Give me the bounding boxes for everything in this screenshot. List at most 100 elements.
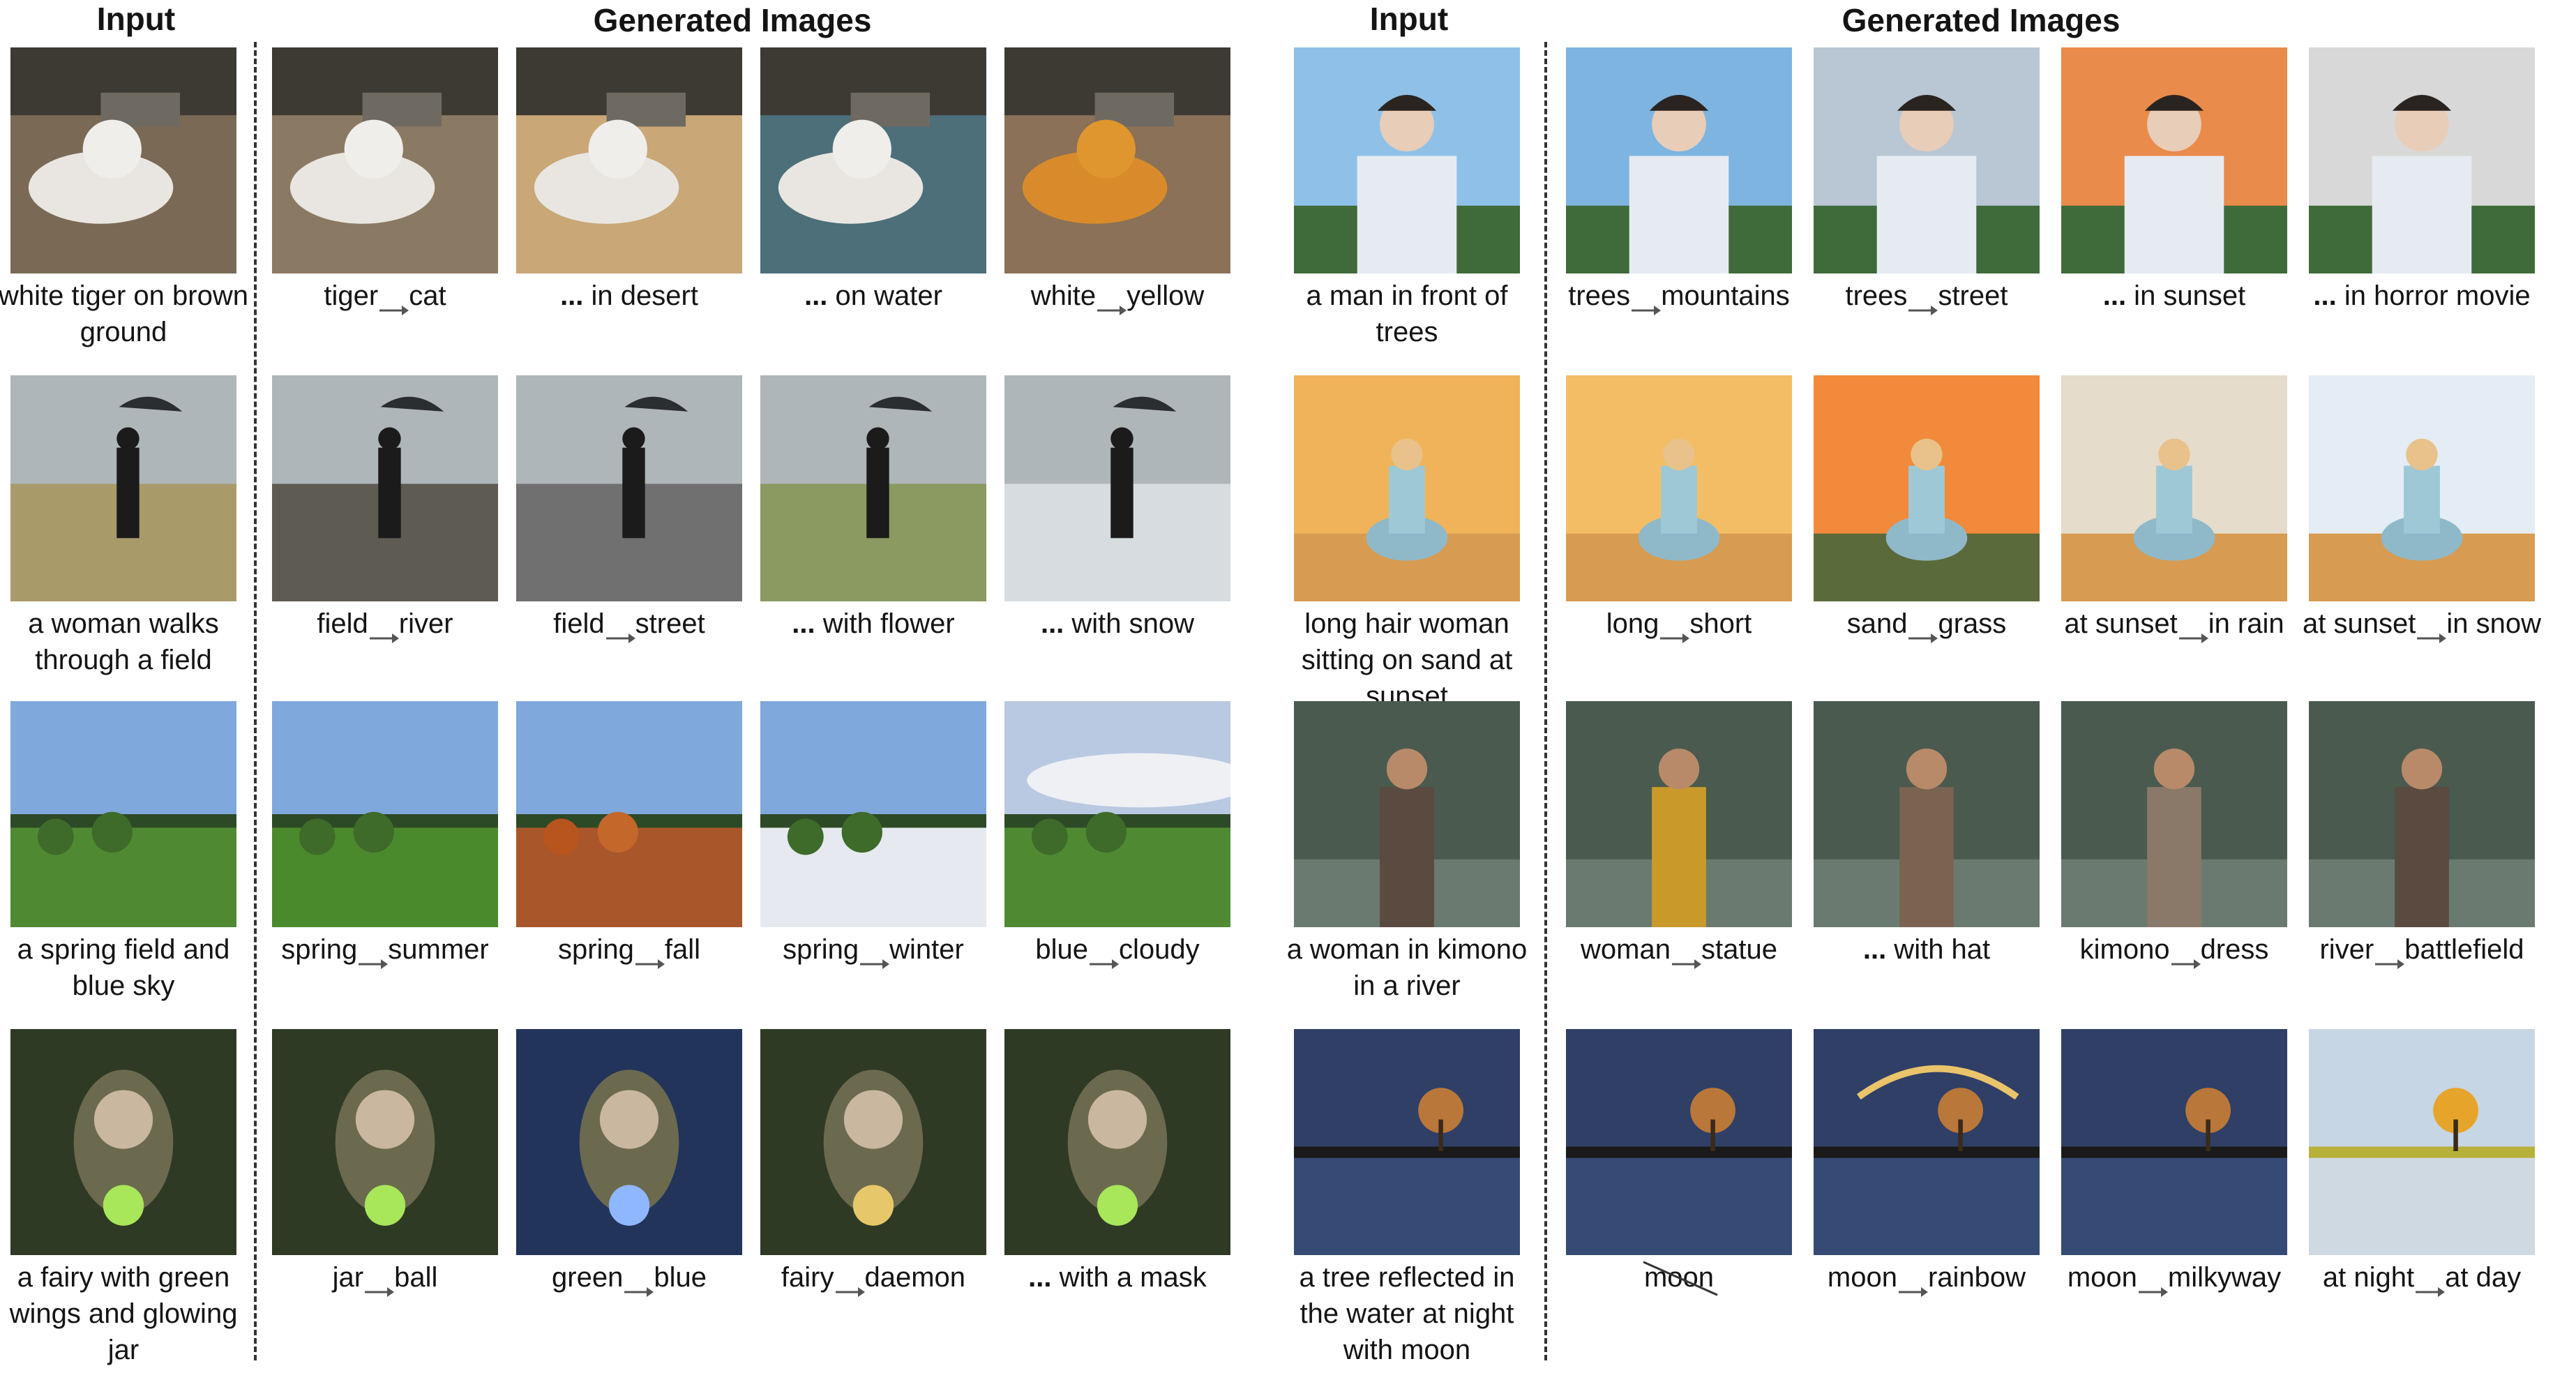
arrow-right-icon (623, 1272, 654, 1298)
edit-to-text: cloudy (1119, 934, 1200, 965)
edit-from-text: jar (332, 1262, 364, 1293)
edit-to-text: at day (2445, 1262, 2522, 1293)
edit-to-text: dress (2200, 934, 2269, 965)
edit-from-text: field (317, 608, 368, 639)
thumbnail-image (1566, 1029, 1792, 1255)
edit-caption: ... in sunset (2102, 280, 2246, 311)
edit-to-text: river (398, 608, 453, 639)
edit-caption: river battlefield (2295, 931, 2549, 970)
arrow-right-icon (1671, 944, 1701, 970)
input-caption: a tree reflected in the water at night w… (1299, 1262, 1515, 1365)
input-caption: white tiger on brown ground (0, 280, 248, 347)
arrow-right-icon (1088, 944, 1119, 970)
edit-from-text: moon (2067, 1262, 2137, 1293)
thumbnail-image (1294, 1029, 1520, 1255)
edit-to-text: mountains (1661, 280, 1790, 311)
edit-caption: field street (502, 606, 756, 644)
input-caption: a spring field and blue sky (17, 934, 230, 1001)
edit-caption: moon rainbow (1800, 1259, 2054, 1298)
edit-from-text: spring (281, 934, 358, 965)
edit-from-text: long (1606, 608, 1659, 639)
edit-from-text: fairy (781, 1262, 834, 1293)
edit-to-text: yellow (1127, 280, 1205, 311)
thumbnail-image (10, 701, 236, 927)
thumbnail-image (272, 1029, 498, 1255)
arrow-right-icon (1897, 1272, 1928, 1298)
thumbnail-image (1814, 701, 2040, 927)
edit-from-text: trees (1568, 280, 1631, 311)
thumbnail-image (760, 375, 986, 601)
edit-caption: moon (1552, 1259, 1806, 1296)
thumbnail-image (2309, 47, 2535, 273)
edit-to-text: battlefield (2404, 934, 2524, 965)
edit-caption: trees mountains (1552, 278, 1806, 316)
thumbnail-image (1004, 47, 1230, 273)
input-caption: long hair woman sitting on sand at sunse… (1301, 608, 1513, 712)
edit-caption: white yellow (991, 278, 1244, 316)
arrow-right-icon (357, 944, 389, 970)
edit-to-text: short (1689, 608, 1752, 639)
input-caption: a fairy with green wings and glowing jar (9, 1262, 238, 1365)
edit-caption: ... with flower (792, 608, 955, 639)
edit-to-text: blue (654, 1262, 707, 1293)
edit-from-text: blue (1035, 934, 1088, 965)
ellipsis-text: ... (792, 608, 815, 639)
edit-caption: sand grass (1800, 606, 2054, 644)
ellipsis-text: ... (2313, 280, 2337, 311)
edit-from-text: tiger (324, 280, 379, 311)
edit-caption: ... with hat (1862, 934, 1991, 965)
thumbnail-image (10, 375, 236, 601)
thumbnail-image (1814, 47, 2040, 273)
thumbnail-image (1294, 701, 1520, 927)
thumbnail-image (1566, 47, 1792, 273)
edit-from-text: spring (783, 934, 859, 965)
edit-caption: at night at day (2295, 1259, 2549, 1298)
input-caption: a man in front of trees (1306, 280, 1508, 347)
edit-caption: jar ball (258, 1259, 512, 1298)
edit-from-text: moon (1827, 1262, 1897, 1293)
edit-caption: ... with a mask (1028, 1262, 1207, 1293)
right-input-header: Input (1369, 1, 1449, 37)
edit-to-text: rainbow (1927, 1262, 2026, 1293)
arrow-right-icon (363, 1272, 395, 1298)
thumbnail-image (2061, 1029, 2287, 1255)
edit-caption: green blue (502, 1259, 756, 1298)
edit-from-text: woman (1581, 934, 1671, 965)
edit-to-text: grass (1938, 608, 2007, 639)
edit-from-text: field (553, 608, 605, 639)
arrow-right-icon (1659, 618, 1690, 644)
edit-from-text: sand (1846, 608, 1908, 639)
edit-caption: spring fall (502, 931, 756, 970)
thumbnail-image (1004, 701, 1230, 927)
edit-to-text: cat (409, 280, 446, 311)
arrow-right-icon (2414, 1272, 2446, 1298)
thumbnail-image (272, 375, 498, 601)
edit-caption: long short (1552, 606, 1806, 644)
edit-to-text: in snow (2446, 608, 2541, 639)
edit-caption: ... in horror movie (2313, 280, 2531, 311)
thumbnail-image (1294, 375, 1520, 601)
arrow-right-icon (378, 290, 409, 316)
edit-caption: ... in desert (560, 280, 698, 311)
edit-to-text: winter (889, 934, 964, 965)
thumbnail-image (1814, 375, 2040, 601)
ellipsis-text: ... (1028, 1262, 1052, 1293)
arrow-right-icon (2137, 1272, 2168, 1298)
edit-to-text: fall (664, 934, 701, 965)
arrow-right-icon (1630, 290, 1662, 316)
left-generated-header: Generated Images (593, 2, 872, 38)
arrow-right-icon (2178, 618, 2208, 644)
edit-to-text: street (635, 608, 705, 639)
edit-to-text: ball (394, 1262, 438, 1293)
left-divider (254, 42, 257, 1360)
edit-to-text: summer (388, 934, 489, 965)
edit-from-text: river (2319, 934, 2374, 965)
edit-caption: ... with snow (1040, 608, 1195, 639)
edit-caption: tiger cat (258, 278, 512, 316)
thumbnail-image (1566, 701, 1792, 927)
edit-caption: trees street (1800, 278, 2054, 316)
thumbnail-image (516, 375, 742, 601)
arrow-right-icon (634, 944, 665, 970)
thumbnail-image (1814, 1029, 2040, 1255)
edit-to-text: in rain (2208, 608, 2284, 639)
